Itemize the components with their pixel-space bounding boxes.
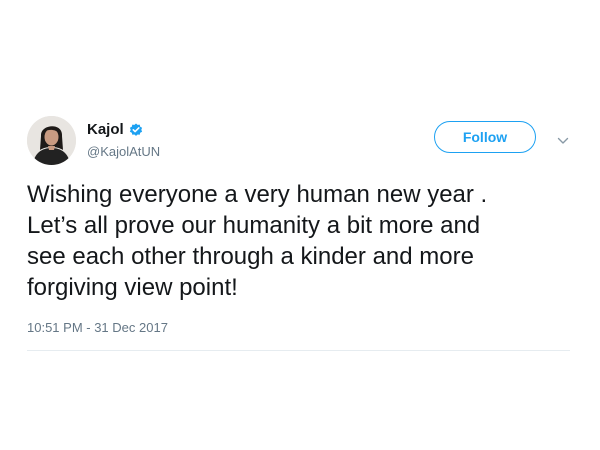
avatar[interactable] bbox=[27, 116, 76, 165]
tweet-text-line: see each other through a kinder and more bbox=[27, 243, 474, 270]
tweet-timestamp[interactable]: 10:51 PM - 31 Dec 2017 bbox=[27, 320, 168, 336]
tweet-text: Wishing everyone a very human new year .… bbox=[27, 179, 577, 303]
follow-button[interactable]: Follow bbox=[434, 121, 536, 153]
verified-badge-icon bbox=[129, 123, 143, 137]
user-handle[interactable]: @KajolAtUN bbox=[87, 144, 160, 160]
display-name[interactable]: Kajol bbox=[87, 121, 124, 139]
tweet-text-line: Let’s all prove our humanity a bit more … bbox=[27, 212, 481, 239]
chevron-down-icon[interactable] bbox=[557, 133, 569, 144]
divider bbox=[27, 350, 570, 351]
avatar-image bbox=[27, 116, 76, 165]
name-row: Kajol bbox=[87, 121, 143, 139]
tweet-text-line: Wishing everyone a very human new year . bbox=[27, 181, 488, 208]
tweet-card: Kajol @KajolAtUN Follow Wishing everyone… bbox=[0, 0, 600, 450]
tweet-text-line: forgiving view point! bbox=[27, 274, 238, 301]
